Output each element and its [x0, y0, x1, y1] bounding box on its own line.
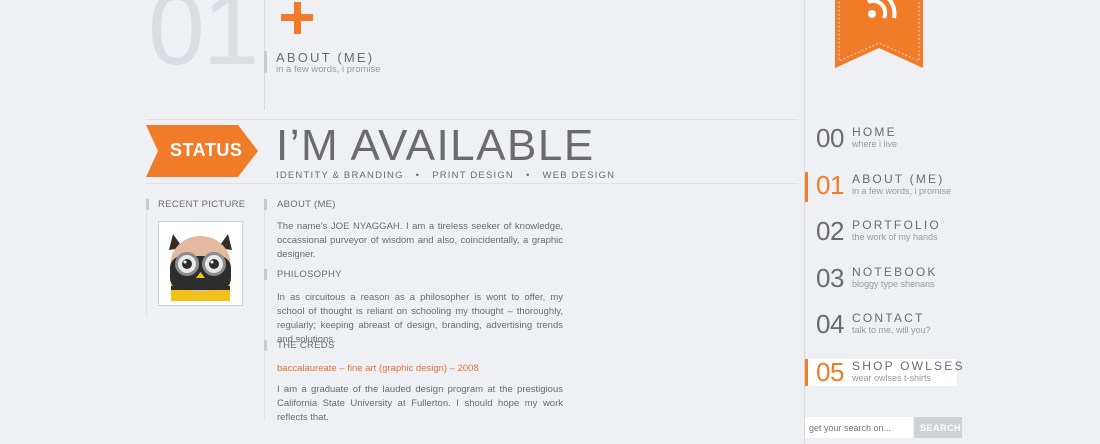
nav-number: 04 [816, 309, 844, 339]
services-list: IDENTITY & BRANDING • PRINT DESIGN • WEB… [276, 170, 615, 181]
nav-item-home[interactable]: 00 HOME where i live [805, 123, 960, 155]
owl-avatar [158, 221, 243, 306]
divider [146, 183, 798, 184]
heading-marker [264, 51, 267, 73]
plus-icon-vertical[interactable] [293, 2, 301, 34]
divider [146, 212, 147, 317]
search-input[interactable] [805, 417, 913, 438]
active-marker [805, 172, 808, 202]
recent-picture-label: RECENT PICTURE [158, 199, 246, 210]
nav-sub: in a few words, i promise [852, 186, 952, 196]
nav-label: PORTFOLIO [852, 218, 941, 232]
nav-sub: talk to me, will you? [852, 325, 931, 335]
service-item: WEB DESIGN [542, 170, 616, 181]
heading-marker [264, 199, 267, 210]
separator: • [526, 170, 531, 181]
section-number: 01 [148, 0, 259, 86]
philosophy-heading: PHILOSOPHY [277, 269, 342, 280]
service-item: PRINT DESIGN [432, 170, 514, 181]
rss-icon[interactable] [835, 0, 923, 68]
divider [264, 199, 265, 419]
nav-sub: the work of my hands [852, 232, 938, 242]
nav-sub: bloggy type shenans [852, 279, 935, 289]
nav-sub: wear owlses t-shirts [852, 373, 932, 383]
philosophy-text: In as circuitous a reason as a philosoph… [277, 292, 563, 345]
nav-number: 01 [816, 170, 844, 200]
status-tag: STATUS [170, 140, 243, 160]
nav-number: 00 [816, 123, 844, 153]
nav-item-about[interactable]: 01 ABOUT (ME) in a few words, i promise [805, 170, 960, 202]
about-text: The name’s JOE NYAGGAH. I am a tireless … [277, 221, 563, 260]
heading-marker [264, 269, 267, 280]
divider [146, 119, 798, 120]
nav-label: HOME [852, 125, 897, 139]
active-marker [805, 359, 808, 386]
nav-label: SHOP OWLSES [852, 359, 965, 373]
section-subtitle: in a few words, i promise [276, 64, 381, 75]
nav-number: 03 [816, 263, 844, 293]
nav-label: NOTEBOOK [852, 265, 938, 279]
creds-heading: THE CREDS [277, 340, 335, 351]
availability-headline: I’M AVAILABLE [276, 121, 595, 170]
nav-item-notebook[interactable]: 03 NOTEBOOK bloggy type shenans [805, 263, 960, 295]
nav-sub: where i live [852, 139, 898, 149]
search-button[interactable]: SEARCH [914, 417, 962, 438]
about-heading: ABOUT (ME) [277, 199, 336, 210]
nav-label: ABOUT (ME) [852, 172, 945, 186]
service-item: IDENTITY & BRANDING [276, 170, 404, 181]
nav-number: 02 [816, 216, 844, 246]
nav-label: CONTACT [852, 311, 925, 325]
creds-link[interactable]: baccalaureate – fine art (graphic design… [277, 363, 479, 374]
separator: • [415, 170, 421, 181]
nav-item-shop[interactable]: 05 SHOP OWLSES wear owlses t-shirts [805, 357, 962, 387]
nav-number: 05 [816, 357, 844, 387]
heading-marker [146, 199, 149, 210]
nav-item-portfolio[interactable]: 02 PORTFOLIO the work of my hands [805, 216, 960, 248]
owl-avatar-icon [163, 226, 238, 301]
section-title: ABOUT (ME) [276, 50, 375, 65]
nav-item-contact[interactable]: 04 CONTACT talk to me, will you? [805, 309, 960, 341]
creds-text: I am a graduate of the lauded design pro… [277, 384, 563, 423]
heading-marker [264, 340, 267, 351]
